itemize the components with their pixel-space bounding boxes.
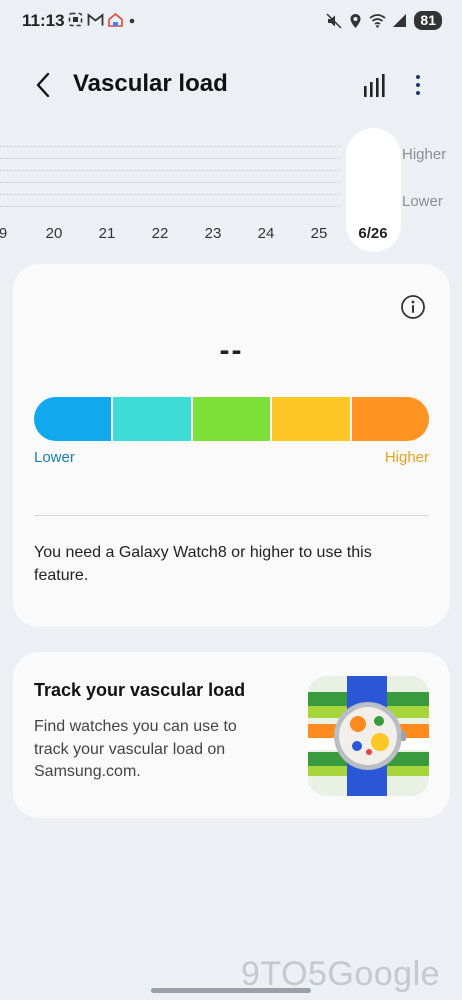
device-requirement-notice: You need a Galaxy Watch8 or higher to us… (34, 544, 372, 584)
date-item[interactable]: 22 (152, 225, 169, 242)
vascular-load-scale (34, 397, 429, 441)
screenshot-icon (68, 12, 83, 27)
info-button[interactable] (400, 294, 426, 320)
date-item[interactable]: 25 (311, 225, 328, 242)
system-icons: 81 (326, 11, 442, 30)
scale-segment-5 (349, 397, 429, 441)
gridline (0, 170, 340, 171)
track-card-description: Find watches you can use to track your v… (34, 718, 237, 780)
scale-segment-4 (270, 397, 350, 441)
vascular-load-value: -- (219, 334, 244, 367)
battery-level: 81 (414, 11, 442, 30)
wifi-icon (369, 14, 386, 28)
date-item[interactable]: 24 (258, 225, 275, 242)
date-item-selected[interactable]: 6/26 (358, 225, 387, 242)
status-time: 11:13 (22, 11, 65, 30)
mute-icon (326, 12, 342, 29)
gmail-icon (87, 12, 104, 25)
date-item[interactable]: 21 (99, 225, 116, 242)
info-icon (401, 295, 425, 319)
date-item[interactable]: 20 (46, 225, 63, 242)
screen: 11:13 81 Vascular load Higher Lower 9 20… (0, 0, 462, 1000)
date-timeline[interactable]: Higher Lower 9 20 21 22 23 24 25 6/26 (0, 128, 462, 254)
signal-icon (393, 14, 407, 27)
notification-dot-icon (129, 18, 135, 23)
bar-chart-icon (364, 74, 385, 97)
date-item[interactable]: 23 (205, 225, 222, 242)
more-options-icon (416, 75, 420, 79)
gridline (0, 206, 340, 207)
scale-segment-1 (34, 397, 112, 441)
vascular-load-card: -- Lower Higher You need a Galaxy Watch8… (13, 264, 450, 627)
status-bar: 11:13 81 (0, 0, 462, 42)
gridline (0, 194, 340, 195)
timeline-legend-lower: Lower (402, 193, 443, 210)
scale-segment-3 (190, 397, 271, 441)
gridline (0, 158, 340, 159)
scale-segment-2 (111, 397, 191, 441)
app-bar: Vascular load (0, 56, 462, 114)
notification-icons (68, 12, 137, 27)
watch-illustration-icon (308, 676, 429, 796)
scale-higher-label: Higher (384, 449, 429, 466)
track-vascular-load-card[interactable]: Track your vascular load Find watches yo… (13, 652, 450, 818)
page-title: Vascular load (73, 70, 228, 97)
date-item[interactable]: 9 (0, 225, 7, 242)
divider (34, 515, 429, 516)
back-arrow-icon (36, 72, 50, 98)
gesture-nav-handle[interactable] (151, 988, 311, 993)
more-options-button[interactable] (403, 70, 433, 100)
location-icon (350, 13, 361, 28)
gridline (0, 182, 340, 183)
timeline-legend-higher: Higher (402, 146, 447, 163)
trends-button[interactable] (360, 72, 390, 100)
home-app-icon (108, 12, 123, 27)
track-card-title: Track your vascular load (34, 680, 246, 700)
galaxy-watch-image (308, 676, 429, 796)
back-button[interactable] (28, 70, 58, 100)
scale-lower-label: Lower (34, 449, 75, 466)
gridline (0, 146, 340, 147)
